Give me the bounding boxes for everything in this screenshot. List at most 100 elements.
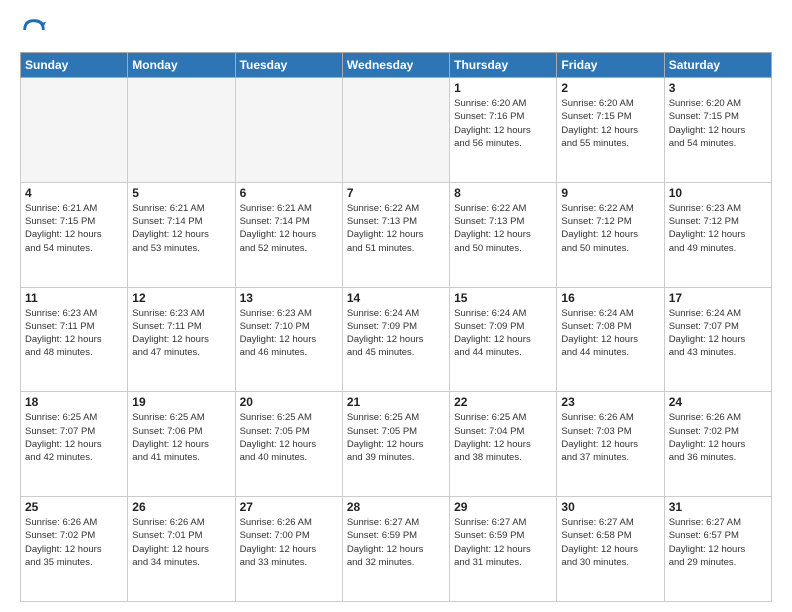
calendar-cell bbox=[235, 78, 342, 183]
weekday-header-tuesday: Tuesday bbox=[235, 53, 342, 78]
day-number: 28 bbox=[347, 500, 445, 514]
day-number: 25 bbox=[25, 500, 123, 514]
day-number: 5 bbox=[132, 186, 230, 200]
day-info: Sunrise: 6:25 AM Sunset: 7:07 PM Dayligh… bbox=[25, 411, 123, 464]
header bbox=[20, 16, 772, 44]
calendar-cell: 21Sunrise: 6:25 AM Sunset: 7:05 PM Dayli… bbox=[342, 392, 449, 497]
weekday-header-thursday: Thursday bbox=[450, 53, 557, 78]
day-number: 19 bbox=[132, 395, 230, 409]
week-row-2: 4 Sunrise: 6:21 AM Sunset: 7:15 PM Daylig… bbox=[21, 182, 772, 287]
day-number: 1 bbox=[454, 81, 552, 95]
day-number: 17 bbox=[669, 291, 767, 305]
calendar-cell: 29 Sunrise: 6:27 AM Sunset: 6:59 PM Dayli… bbox=[450, 497, 557, 602]
week-row-5: 25Sunrise: 6:26 AM Sunset: 7:02 PM Dayli… bbox=[21, 497, 772, 602]
calendar-cell: 22 Sunrise: 6:25 AM Sunset: 7:04 PM Dayli… bbox=[450, 392, 557, 497]
weekday-header-sunday: Sunday bbox=[21, 53, 128, 78]
calendar-cell: 8 Sunrise: 6:22 AM Sunset: 7:13 PM Daylig… bbox=[450, 182, 557, 287]
day-number: 14 bbox=[347, 291, 445, 305]
day-number: 26 bbox=[132, 500, 230, 514]
logo bbox=[20, 16, 52, 44]
calendar-cell bbox=[128, 78, 235, 183]
calendar-cell bbox=[21, 78, 128, 183]
day-info: Sunrise: 6:24 AM Sunset: 7:08 PM Dayligh… bbox=[561, 307, 659, 360]
day-number: 9 bbox=[561, 186, 659, 200]
page: SundayMondayTuesdayWednesdayThursdayFrid… bbox=[0, 0, 792, 612]
day-number: 3 bbox=[669, 81, 767, 95]
calendar-cell: 20 Sunrise: 6:25 AM Sunset: 7:05 PM Dayli… bbox=[235, 392, 342, 497]
day-info: Sunrise: 6:27 AM Sunset: 6:58 PM Dayligh… bbox=[561, 516, 659, 569]
day-number: 10 bbox=[669, 186, 767, 200]
week-row-3: 11 Sunrise: 6:23 AM Sunset: 7:11 PM Dayli… bbox=[21, 287, 772, 392]
week-row-4: 18 Sunrise: 6:25 AM Sunset: 7:07 PM Dayli… bbox=[21, 392, 772, 497]
weekday-header-friday: Friday bbox=[557, 53, 664, 78]
calendar-cell bbox=[342, 78, 449, 183]
calendar-cell: 23Sunrise: 6:26 AM Sunset: 7:03 PM Dayli… bbox=[557, 392, 664, 497]
calendar-cell: 10 Sunrise: 6:23 AM Sunset: 7:12 PM Dayli… bbox=[664, 182, 771, 287]
calendar-cell: 25Sunrise: 6:26 AM Sunset: 7:02 PM Dayli… bbox=[21, 497, 128, 602]
day-info: Sunrise: 6:25 AM Sunset: 7:05 PM Dayligh… bbox=[240, 411, 338, 464]
calendar-cell: 11 Sunrise: 6:23 AM Sunset: 7:11 PM Dayli… bbox=[21, 287, 128, 392]
day-number: 27 bbox=[240, 500, 338, 514]
calendar-cell: 5 Sunrise: 6:21 AM Sunset: 7:14 PM Daylig… bbox=[128, 182, 235, 287]
calendar-cell: 28 Sunrise: 6:27 AM Sunset: 6:59 PM Dayli… bbox=[342, 497, 449, 602]
calendar-cell: 1 Sunrise: 6:20 AM Sunset: 7:16 PM Daylig… bbox=[450, 78, 557, 183]
calendar-cell: 14Sunrise: 6:24 AM Sunset: 7:09 PM Dayli… bbox=[342, 287, 449, 392]
day-number: 18 bbox=[25, 395, 123, 409]
day-info: Sunrise: 6:24 AM Sunset: 7:09 PM Dayligh… bbox=[454, 307, 552, 360]
day-info: Sunrise: 6:25 AM Sunset: 7:06 PM Dayligh… bbox=[132, 411, 230, 464]
calendar-cell: 26 Sunrise: 6:26 AM Sunset: 7:01 PM Dayli… bbox=[128, 497, 235, 602]
day-info: Sunrise: 6:23 AM Sunset: 7:11 PM Dayligh… bbox=[25, 307, 123, 360]
week-row-1: 1 Sunrise: 6:20 AM Sunset: 7:16 PM Daylig… bbox=[21, 78, 772, 183]
day-number: 6 bbox=[240, 186, 338, 200]
day-number: 23 bbox=[561, 395, 659, 409]
day-info: Sunrise: 6:20 AM Sunset: 7:15 PM Dayligh… bbox=[561, 97, 659, 150]
calendar-cell: 18 Sunrise: 6:25 AM Sunset: 7:07 PM Dayli… bbox=[21, 392, 128, 497]
day-number: 4 bbox=[25, 186, 123, 200]
day-number: 30 bbox=[561, 500, 659, 514]
day-number: 7 bbox=[347, 186, 445, 200]
calendar-cell: 13 Sunrise: 6:23 AM Sunset: 7:10 PM Dayli… bbox=[235, 287, 342, 392]
weekday-header-saturday: Saturday bbox=[664, 53, 771, 78]
day-number: 29 bbox=[454, 500, 552, 514]
calendar-cell: 4 Sunrise: 6:21 AM Sunset: 7:15 PM Daylig… bbox=[21, 182, 128, 287]
day-number: 22 bbox=[454, 395, 552, 409]
day-info: Sunrise: 6:22 AM Sunset: 7:13 PM Dayligh… bbox=[454, 202, 552, 255]
calendar-cell: 16 Sunrise: 6:24 AM Sunset: 7:08 PM Dayli… bbox=[557, 287, 664, 392]
day-info: Sunrise: 6:21 AM Sunset: 7:15 PM Dayligh… bbox=[25, 202, 123, 255]
day-info: Sunrise: 6:23 AM Sunset: 7:12 PM Dayligh… bbox=[669, 202, 767, 255]
day-info: Sunrise: 6:26 AM Sunset: 7:01 PM Dayligh… bbox=[132, 516, 230, 569]
day-info: Sunrise: 6:27 AM Sunset: 6:59 PM Dayligh… bbox=[347, 516, 445, 569]
calendar-cell: 6Sunrise: 6:21 AM Sunset: 7:14 PM Daylig… bbox=[235, 182, 342, 287]
calendar-cell: 24Sunrise: 6:26 AM Sunset: 7:02 PM Dayli… bbox=[664, 392, 771, 497]
day-number: 15 bbox=[454, 291, 552, 305]
calendar-cell: 15 Sunrise: 6:24 AM Sunset: 7:09 PM Dayli… bbox=[450, 287, 557, 392]
day-info: Sunrise: 6:20 AM Sunset: 7:16 PM Dayligh… bbox=[454, 97, 552, 150]
day-info: Sunrise: 6:25 AM Sunset: 7:04 PM Dayligh… bbox=[454, 411, 552, 464]
day-info: Sunrise: 6:21 AM Sunset: 7:14 PM Dayligh… bbox=[132, 202, 230, 255]
day-number: 11 bbox=[25, 291, 123, 305]
day-info: Sunrise: 6:22 AM Sunset: 7:13 PM Dayligh… bbox=[347, 202, 445, 255]
day-info: Sunrise: 6:23 AM Sunset: 7:10 PM Dayligh… bbox=[240, 307, 338, 360]
calendar-cell: 7 Sunrise: 6:22 AM Sunset: 7:13 PM Daylig… bbox=[342, 182, 449, 287]
calendar-cell: 2Sunrise: 6:20 AM Sunset: 7:15 PM Daylig… bbox=[557, 78, 664, 183]
calendar-cell: 19 Sunrise: 6:25 AM Sunset: 7:06 PM Dayli… bbox=[128, 392, 235, 497]
day-number: 13 bbox=[240, 291, 338, 305]
calendar-cell: 27 Sunrise: 6:26 AM Sunset: 7:00 PM Dayli… bbox=[235, 497, 342, 602]
calendar-cell: 9 Sunrise: 6:22 AM Sunset: 7:12 PM Daylig… bbox=[557, 182, 664, 287]
day-info: Sunrise: 6:24 AM Sunset: 7:07 PM Dayligh… bbox=[669, 307, 767, 360]
day-info: Sunrise: 6:26 AM Sunset: 7:00 PM Dayligh… bbox=[240, 516, 338, 569]
day-number: 24 bbox=[669, 395, 767, 409]
weekday-header-monday: Monday bbox=[128, 53, 235, 78]
day-number: 12 bbox=[132, 291, 230, 305]
logo-icon bbox=[20, 16, 48, 44]
calendar-cell: 30 Sunrise: 6:27 AM Sunset: 6:58 PM Dayli… bbox=[557, 497, 664, 602]
day-number: 20 bbox=[240, 395, 338, 409]
day-info: Sunrise: 6:22 AM Sunset: 7:12 PM Dayligh… bbox=[561, 202, 659, 255]
day-info: Sunrise: 6:27 AM Sunset: 6:57 PM Dayligh… bbox=[669, 516, 767, 569]
day-number: 8 bbox=[454, 186, 552, 200]
calendar-cell: 12Sunrise: 6:23 AM Sunset: 7:11 PM Dayli… bbox=[128, 287, 235, 392]
day-number: 31 bbox=[669, 500, 767, 514]
day-number: 16 bbox=[561, 291, 659, 305]
day-info: Sunrise: 6:27 AM Sunset: 6:59 PM Dayligh… bbox=[454, 516, 552, 569]
calendar-cell: 31 Sunrise: 6:27 AM Sunset: 6:57 PM Dayli… bbox=[664, 497, 771, 602]
